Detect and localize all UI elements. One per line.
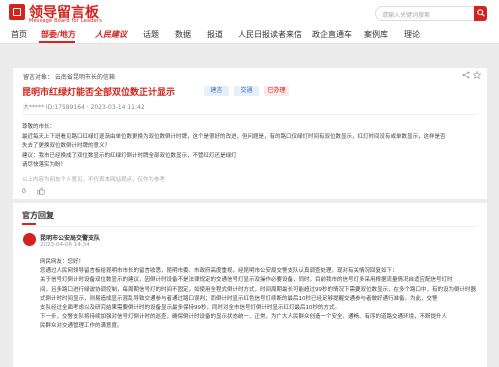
message-title: 昆明市红绿灯能否全部双位数正计显示: [22, 88, 176, 98]
message-paragraph: 最近每天上下班看见路口红绿灯逐渐由单位数更换为双位数倒计时牌，这个是很好的改进，…: [22, 133, 446, 140]
reply-paragraph: 关于信号灯倒计时设备双位数显示的建议，因倒计时设备不是法律规定的交通信号灯显示及…: [40, 277, 453, 284]
reply-paragraph: 民群众对交通管理工作的满意度。: [40, 323, 123, 330]
reply-paragraph: 网民网友：您好！: [40, 259, 85, 265]
main-nav: 首页 部委/地方 人民建议 话题 数据 报道 人民日报读者来信 政企直通车 案例…: [0, 26, 499, 44]
favorite-icon[interactable]: [473, 71, 481, 79]
police-badge-icon: [23, 233, 36, 246]
reply-paragraph: 您通过人民网领导留言板给昆明市市长的留言收悉，昆明市委、市政府高度重视，经昆明市…: [40, 268, 398, 275]
nav-active-indicator: [39, 41, 75, 43]
nav-case-library[interactable]: 案例库: [364, 29, 388, 40]
message-paragraph: 请尽快落实为盼！: [22, 162, 67, 168]
logo-icon[interactable]: [9, 4, 25, 20]
message-meta: 大***** ID:17589164 · 2023-03-14 11:42: [23, 104, 145, 111]
thumbs-up-icon[interactable]: [37, 187, 45, 195]
tag-traffic: 交通: [234, 86, 259, 96]
message-paragraph: 尊敬的市长：: [22, 124, 56, 130]
search-input[interactable]: 请输入关键词搜索: [375, 6, 475, 21]
divider: [22, 114, 477, 115]
nav-topics[interactable]: 话题: [143, 29, 159, 40]
message-paragraph: 建议：我市已经换成了双位数显示的红绿灯倒计时牌全部双位数显示，不管红灯还是绿灯: [22, 152, 237, 159]
top-bar: 领导留言板 Message Board for Leaders 请输入关键词搜索: [0, 0, 499, 26]
like-count: 0: [22, 188, 26, 195]
disclaimer-note: 以上内容为网友个人意见，不代表本网站观点，仅作为参考: [22, 177, 166, 183]
reply-body: 网民网友：您好！ 您通过人民网领导留言板给昆明市市长的留言收悉，昆明市委、市政府…: [40, 258, 480, 332]
reply-paragraph: 下一步，交警支队将持续加强对信号灯倒计时的巡查，确保倒计时设备的显示状态统一、正…: [40, 314, 448, 321]
site-logo-subtitle: Message Board for Leaders: [29, 18, 103, 24]
reply-org-name: 昆明市公安局交警支队: [40, 235, 101, 242]
official-reply-card: 官方回复 昆明市公安局交警支队 2023-04-06 14:34 网民网友：您好…: [13, 203, 487, 367]
search-button[interactable]: [474, 6, 487, 21]
tag-status-handled: 已办理: [264, 86, 289, 96]
nav-ministries-local[interactable]: 部委/地方: [41, 29, 76, 40]
reply-date: 2023-04-06 14:34: [40, 242, 90, 248]
divider: [22, 226, 477, 227]
share-icon[interactable]: [462, 71, 470, 79]
message-body: 尊敬的市长： 最近每天上下班看见路口红绿灯逐渐由单位数更换为双位数倒计时牌，这个…: [22, 123, 477, 171]
reply-section-title: 官方回复: [22, 211, 54, 220]
reply-paragraph: 间，且多路口进行绿波协调控制，每周期信号灯的时间不固定，如使用全程式倒计时方式，…: [40, 286, 477, 293]
nav-readers-letters[interactable]: 人民日报读者来信: [238, 29, 302, 40]
nav-data[interactable]: 数据: [175, 29, 191, 40]
nav-theory[interactable]: 理论: [404, 29, 420, 40]
tag-suggestion: 建言: [204, 86, 229, 96]
nav-people-suggestions[interactable]: 人民建议: [95, 29, 127, 40]
reply-paragraph: 支队经过全面考虑以及研究结果需要倒计时的设备显示最多保持99秒，同时对全市信号灯…: [40, 305, 341, 312]
reply-paragraph: 式倒计时时间显示，则易造成显示混乱导致交通参与者通过路口误判；而倒计时显示红色信…: [40, 295, 438, 302]
nav-reports[interactable]: 报道: [207, 29, 223, 40]
search-icon: [477, 9, 485, 17]
section-accent-bar: [22, 223, 36, 225]
message-card: 留言对象： 云南省昆明市长的信箱 昆明市红绿灯能否全部双位数正计显示 建言 交通…: [13, 68, 487, 199]
message-paragraph: 失去了更换双位数倒计时牌的意义？: [22, 143, 111, 149]
nav-gov-enterprise[interactable]: 政企直通车: [312, 29, 352, 40]
nav-home[interactable]: 首页: [11, 29, 27, 40]
message-target: 留言对象： 云南省昆明市长的信箱: [23, 74, 115, 81]
